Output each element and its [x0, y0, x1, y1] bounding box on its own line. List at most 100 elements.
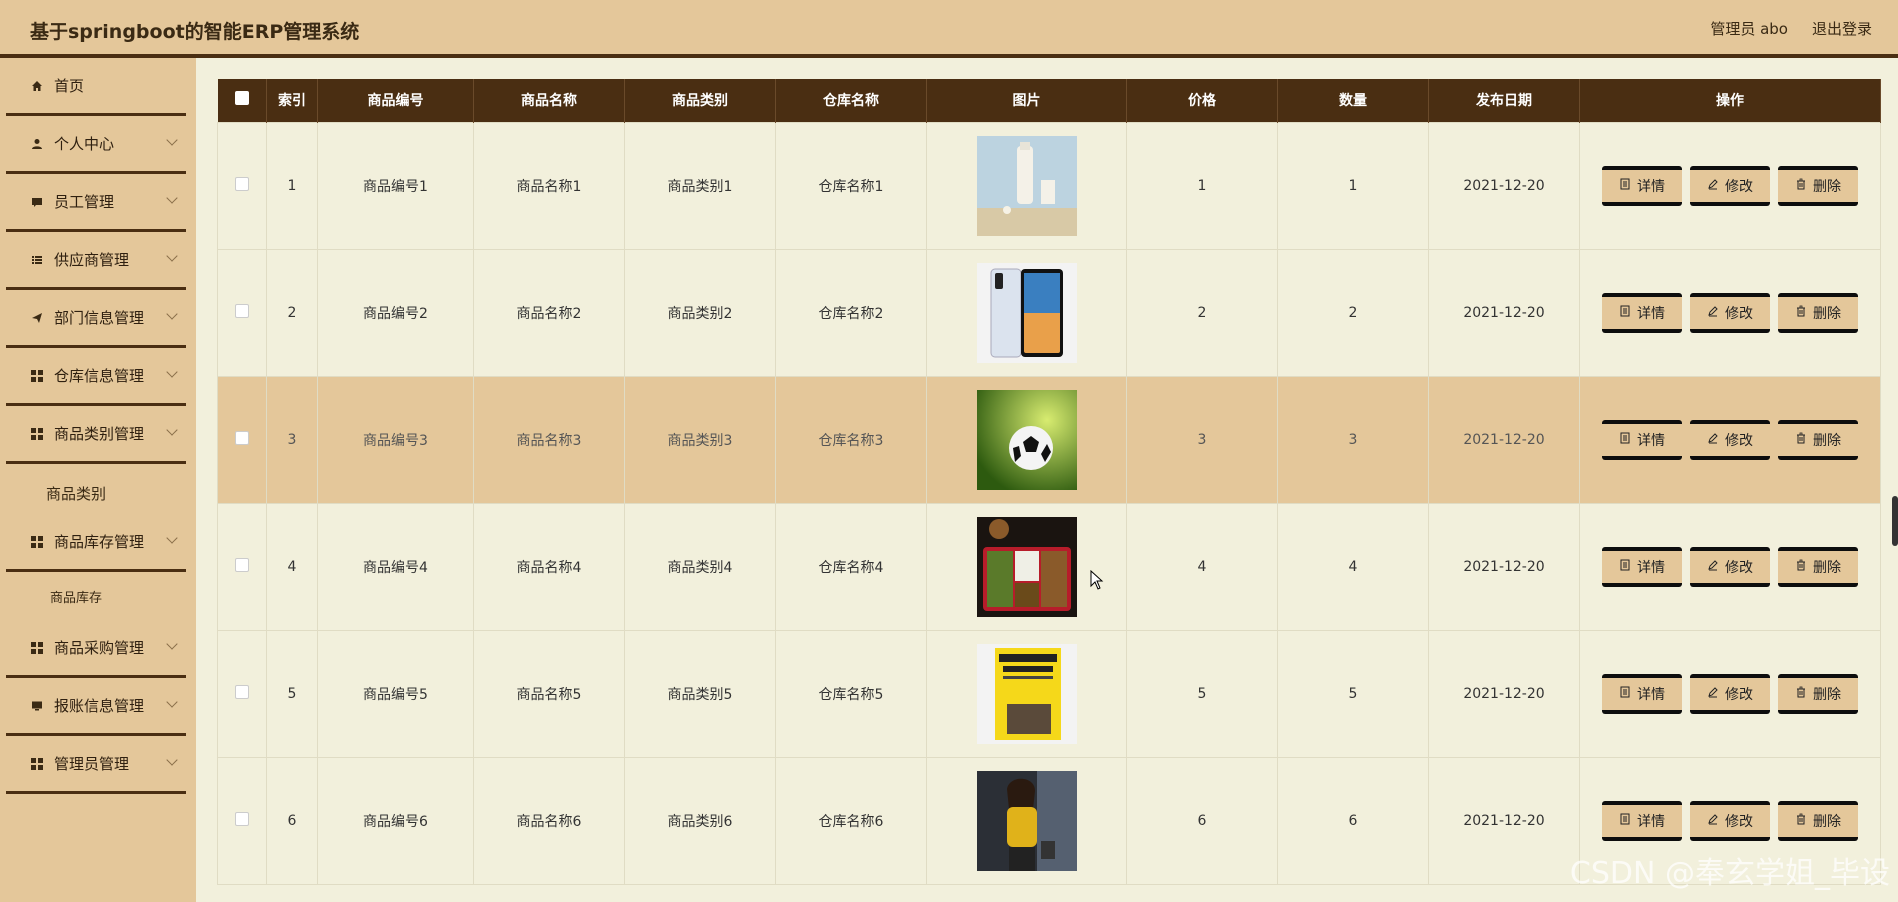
row-checkbox[interactable]	[235, 811, 249, 826]
edit-button[interactable]: 修改	[1690, 419, 1770, 460]
row-select-cell	[217, 629, 267, 758]
sidebar-subitem-stock[interactable]: 商品库存	[0, 572, 196, 620]
product-thumbnail[interactable]	[976, 262, 1077, 363]
detail-button[interactable]: 详情	[1602, 546, 1682, 587]
sidebar-item-label: 个人中心	[54, 135, 115, 153]
button-label: 详情	[1637, 559, 1665, 576]
sidebar-item-stock[interactable]: 商品库存管理	[6, 514, 186, 572]
sidebar-item-department[interactable]: 部门信息管理	[6, 290, 186, 348]
name-cell: 商品名称3	[473, 375, 625, 504]
sidebar-item-purchase[interactable]: 商品采购管理	[6, 620, 186, 678]
category-cell: 商品类别6	[624, 756, 776, 885]
row-checkbox[interactable]	[235, 684, 249, 699]
chevron-down-icon	[166, 250, 178, 262]
product-thumbnail[interactable]	[976, 135, 1077, 236]
trash-icon	[1795, 559, 1807, 575]
top-header: 基于springboot的智能ERP管理系统 管理员 abo 退出登录	[0, 0, 1898, 58]
date-cell: 2021-12-20	[1428, 756, 1580, 885]
document-icon	[1619, 305, 1631, 321]
edit-button[interactable]: 修改	[1690, 800, 1770, 841]
sidebar-item-label: 部门信息管理	[54, 309, 145, 327]
chat-icon	[30, 195, 44, 209]
logout-link[interactable]: 退出登录	[1812, 18, 1872, 39]
delete-button[interactable]: 删除	[1778, 419, 1858, 460]
index-cell: 1	[266, 121, 318, 250]
document-icon	[1619, 432, 1631, 448]
column-header[interactable]: 发布日期	[1428, 79, 1580, 122]
delete-button[interactable]: 删除	[1778, 546, 1858, 587]
index-cell: 5	[266, 629, 318, 758]
sidebar-item-category[interactable]: 商品类别管理	[6, 406, 186, 464]
edit-icon	[1707, 559, 1719, 575]
sidebar-item-warehouse[interactable]: 仓库信息管理	[6, 348, 186, 406]
detail-button[interactable]: 详情	[1602, 673, 1682, 714]
table-row[interactable]: 4 商品编号4 商品名称4 商品类别4 仓库名称4 4 4 2021-12-20 详情 修改 删除	[217, 502, 1881, 631]
sidebar-item-label: 商品库存管理	[54, 533, 145, 551]
scrollbar-thumb[interactable]	[1892, 496, 1898, 546]
date-cell: 2021-12-20	[1428, 502, 1580, 631]
product-thumbnail[interactable]	[976, 770, 1077, 871]
detail-button[interactable]: 详情	[1602, 165, 1682, 206]
product-thumbnail[interactable]	[976, 643, 1077, 744]
product-thumbnail[interactable]	[976, 516, 1077, 617]
sidebar-item-label: 员工管理	[54, 193, 115, 211]
sidebar-item-supplier[interactable]: 供应商管理	[6, 232, 186, 290]
image-cell	[926, 375, 1127, 504]
delete-button[interactable]: 删除	[1778, 165, 1858, 206]
row-checkbox[interactable]	[235, 176, 249, 191]
detail-button[interactable]: 详情	[1602, 800, 1682, 841]
column-header[interactable]: 仓库名称	[775, 79, 927, 122]
grid-icon	[30, 535, 44, 549]
row-checkbox[interactable]	[235, 557, 249, 572]
edit-button[interactable]: 修改	[1690, 546, 1770, 587]
column-header[interactable]: 数量	[1277, 79, 1429, 122]
warehouse-cell: 仓库名称1	[775, 121, 927, 250]
delete-button[interactable]: 删除	[1778, 800, 1858, 841]
warehouse-cell: 仓库名称6	[775, 756, 927, 885]
edit-button[interactable]: 修改	[1690, 673, 1770, 714]
delete-button[interactable]: 删除	[1778, 292, 1858, 333]
image-cell	[926, 502, 1127, 631]
send-icon	[30, 311, 44, 325]
category-cell: 商品类别2	[624, 248, 776, 377]
sidebar-item-profile[interactable]: 个人中心	[6, 116, 186, 174]
document-icon	[1619, 559, 1631, 575]
trash-icon	[1795, 813, 1807, 829]
column-header[interactable]: 价格	[1126, 79, 1278, 122]
price-cell: 4	[1126, 502, 1278, 631]
column-header[interactable]: 商品编号	[317, 79, 474, 122]
column-header[interactable]: 商品名称	[473, 79, 625, 122]
sidebar-item-home[interactable]: 首页	[6, 58, 186, 116]
quantity-cell: 4	[1277, 502, 1429, 631]
button-label: 删除	[1813, 305, 1841, 322]
column-header[interactable]: 索引	[266, 79, 318, 122]
user-icon	[30, 137, 44, 151]
edit-button[interactable]: 修改	[1690, 292, 1770, 333]
select-all-checkbox[interactable]	[234, 91, 249, 106]
trash-icon	[1795, 305, 1807, 321]
table-row[interactable]: 2 商品编号2 商品名称2 商品类别2 仓库名称2 2 2 2021-12-20 详情 修改 删除	[217, 248, 1881, 377]
mouse-cursor-icon	[1090, 569, 1104, 594]
edit-icon	[1707, 686, 1719, 702]
table-row[interactable]: 5 商品编号5 商品名称5 商品类别5 仓库名称5 5 5 2021-12-20 详情 修改 删除	[217, 629, 1881, 758]
row-checkbox[interactable]	[235, 303, 249, 318]
row-checkbox[interactable]	[235, 430, 249, 445]
sidebar-item-admin[interactable]: 管理员管理	[6, 736, 186, 794]
index-cell: 2	[266, 248, 318, 377]
sidebar-item-expense[interactable]: 报账信息管理	[6, 678, 186, 736]
price-cell: 5	[1126, 629, 1278, 758]
code-cell: 商品编号3	[317, 375, 474, 504]
product-thumbnail[interactable]	[976, 389, 1077, 490]
delete-button[interactable]: 删除	[1778, 673, 1858, 714]
document-icon	[1619, 813, 1631, 829]
code-cell: 商品编号6	[317, 756, 474, 885]
column-header[interactable]: 商品类别	[624, 79, 776, 122]
name-cell: 商品名称4	[473, 502, 625, 631]
table-row[interactable]: 1 商品编号1 商品名称1 商品类别1 仓库名称1 1 1 2021-12-20 详情 修改 删除	[217, 121, 1881, 250]
detail-button[interactable]: 详情	[1602, 419, 1682, 460]
edit-button[interactable]: 修改	[1690, 165, 1770, 206]
sidebar-item-staff[interactable]: 员工管理	[6, 174, 186, 232]
table-row[interactable]: 3 商品编号3 商品名称3 商品类别3 仓库名称3 3 3 2021-12-20 详情 修改 删除	[217, 375, 1881, 504]
sidebar-item-label: 仓库信息管理	[54, 367, 145, 385]
detail-button[interactable]: 详情	[1602, 292, 1682, 333]
